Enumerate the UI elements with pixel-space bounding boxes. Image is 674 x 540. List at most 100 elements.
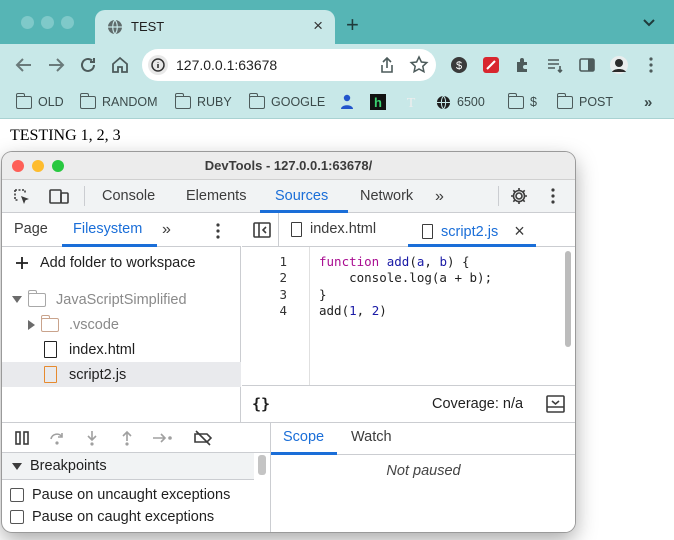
red-extension-icon[interactable] [481, 55, 501, 75]
scope-pane: Scope Watch Not paused [270, 423, 575, 532]
settings-gear-icon[interactable] [509, 186, 529, 206]
navigator-menu-kebab-icon[interactable] [210, 222, 226, 240]
editor-scrollbar[interactable] [565, 251, 571, 347]
bookmarks-overflow-chevron-icon[interactable]: » [644, 93, 652, 111]
bookmark-person[interactable] [340, 93, 354, 111]
scope-status: Not paused [386, 463, 461, 479]
pause-caught-checkbox[interactable] [10, 510, 24, 524]
bookmark-folder-google[interactable]: GOOGLE [248, 92, 325, 111]
line-number[interactable]: 4 [279, 303, 287, 318]
editor-tab-close-icon[interactable]: × [514, 221, 525, 242]
bookmark-label: $ [530, 95, 537, 109]
toggle-navigator-icon[interactable] [253, 222, 271, 238]
new-tab-icon[interactable]: + [346, 12, 359, 38]
inspect-element-icon[interactable] [12, 187, 32, 207]
pause-caught-label: Pause on caught exceptions [32, 509, 215, 525]
js-file-icon [44, 366, 57, 383]
add-folder-to-workspace-button[interactable]: Add folder to workspace [14, 255, 196, 271]
bookmark-h-site[interactable]: h [370, 93, 386, 111]
tab-scope[interactable]: Scope [283, 429, 324, 445]
reading-list-icon[interactable] [545, 55, 565, 75]
tree-item-vscode-folder[interactable]: .vscode [2, 312, 241, 337]
tab-console[interactable]: Console [102, 188, 155, 204]
editor-tab-script2-js[interactable]: script2.js × [422, 221, 525, 242]
tree-item-label: .vscode [69, 316, 119, 333]
browser-frame: TEST × + 127.0.0.1:63678 $ OLD RANDOM RU… [0, 0, 674, 119]
bookmark-star-icon[interactable] [409, 55, 429, 75]
plus-icon [16, 257, 28, 269]
line-number[interactable]: 2 [279, 270, 287, 285]
home-icon[interactable] [108, 53, 132, 77]
devtools-window: DevTools - 127.0.0.1:63678/ Console Elem… [2, 152, 575, 532]
window-close-light[interactable] [21, 16, 34, 29]
tab-sources[interactable]: Sources [275, 188, 328, 204]
tab-close-icon[interactable]: × [313, 16, 323, 36]
tab-elements[interactable]: Elements [186, 188, 246, 204]
file-icon [44, 341, 57, 358]
bookmark-nyt[interactable]: T [403, 93, 419, 111]
editor-tab-label: script2.js [441, 223, 499, 240]
forward-arrow-icon[interactable] [44, 53, 68, 77]
svg-text:$: $ [456, 60, 462, 72]
pretty-print-button[interactable]: {} [252, 395, 270, 413]
bookmark-folder-post[interactable]: POST [556, 92, 613, 111]
tab-filesystem[interactable]: Filesystem [73, 221, 142, 237]
expanded-caret-icon [12, 296, 22, 303]
pause-uncaught-checkbox[interactable] [10, 488, 24, 502]
step-icon[interactable] [151, 429, 175, 447]
tree-item-script2-js[interactable]: script2.js [2, 362, 241, 387]
tab-page[interactable]: Page [14, 221, 48, 237]
step-into-icon[interactable] [83, 429, 101, 447]
breakpoints-section-header[interactable]: Breakpoints [2, 453, 254, 480]
tree-item-index-html[interactable]: index.html [2, 337, 241, 362]
profile-avatar-icon[interactable] [609, 55, 629, 75]
bookmark-folder-dollar[interactable]: $ [507, 92, 537, 111]
navigator-tabs: Page Filesystem » [2, 213, 241, 247]
pause-caught-option[interactable]: Pause on caught exceptions [10, 509, 214, 525]
step-over-icon[interactable] [48, 429, 66, 447]
line-number[interactable]: 1 [279, 254, 287, 269]
globe-icon [436, 95, 451, 109]
line-number-gutter: 1 2 3 4 [242, 247, 310, 385]
breakpoints-scrollbar[interactable] [258, 455, 266, 475]
side-panel-icon[interactable] [577, 55, 597, 75]
window-minimize-light[interactable] [41, 16, 54, 29]
file-icon [291, 221, 302, 237]
tree-item-root-folder[interactable]: JavaScriptSimplified [2, 287, 241, 312]
pause-resume-icon[interactable] [13, 429, 31, 447]
code-line-1: function add(a, b) { [319, 254, 470, 269]
site-info-icon[interactable] [148, 55, 168, 75]
browser-tab[interactable]: TEST × [95, 10, 335, 44]
device-toolbar-icon[interactable] [48, 187, 70, 207]
file-icon [422, 224, 433, 239]
tab-search-chevron-icon[interactable] [641, 14, 657, 30]
puzzle-extensions-icon[interactable] [513, 55, 533, 75]
more-tabs-chevron-icon[interactable]: » [435, 188, 444, 206]
editor-status-bar: {} Coverage: n/a [242, 385, 575, 422]
window-zoom-light[interactable] [61, 16, 74, 29]
pause-uncaught-option[interactable]: Pause on uncaught exceptions [10, 487, 230, 503]
tab-watch[interactable]: Watch [351, 429, 392, 445]
back-arrow-icon[interactable] [12, 53, 36, 77]
editor-tab-index-html[interactable]: index.html [291, 221, 376, 237]
folder-icon [248, 92, 265, 109]
bookmark-6500[interactable]: 6500 [436, 93, 485, 111]
share-icon[interactable] [377, 55, 397, 75]
bookmark-folder-old[interactable]: OLD [15, 92, 64, 111]
line-number[interactable]: 3 [279, 287, 287, 302]
chrome-menu-kebab-icon[interactable] [641, 55, 661, 75]
code-line-4: add(1, 2) [319, 303, 387, 318]
bookmark-folder-random[interactable]: RANDOM [79, 92, 158, 111]
deactivate-breakpoints-icon[interactable] [192, 429, 214, 447]
navigator-more-chevron-icon[interactable]: » [162, 221, 171, 239]
tab-network[interactable]: Network [360, 188, 413, 204]
bookmark-folder-ruby[interactable]: RUBY [174, 92, 232, 111]
globe-icon [108, 19, 122, 35]
devtools-menu-kebab-icon[interactable] [545, 186, 561, 206]
step-out-icon[interactable] [118, 429, 136, 447]
drawer-toggle-icon[interactable] [546, 395, 565, 413]
svg-text:T: T [407, 96, 416, 110]
reload-icon[interactable] [76, 53, 100, 77]
dollar-extension-icon[interactable]: $ [449, 55, 469, 75]
editor-tab-separator [278, 213, 279, 247]
